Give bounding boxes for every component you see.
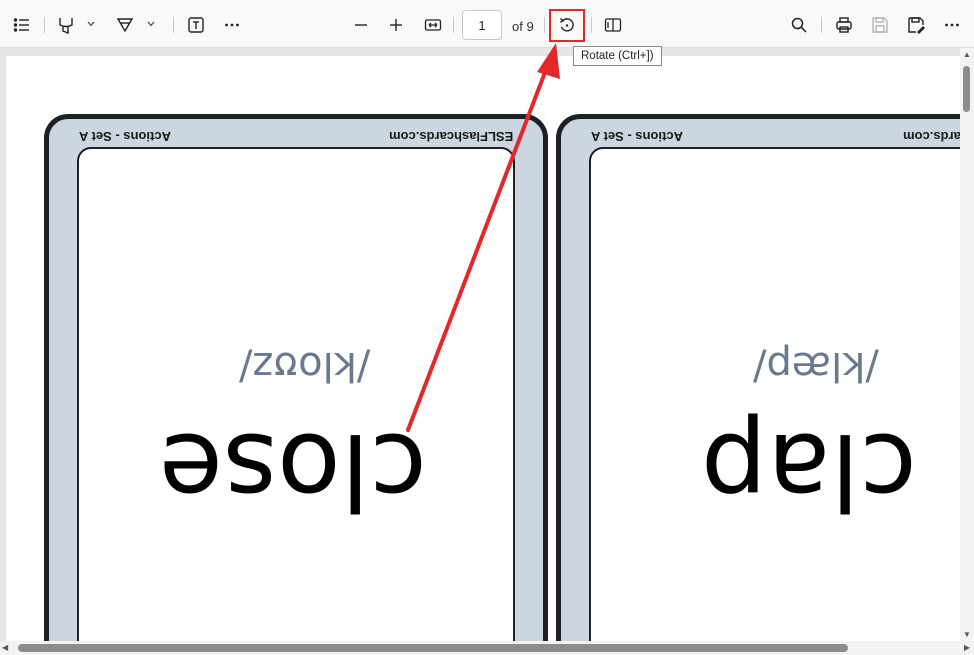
more-icon[interactable] (218, 12, 246, 38)
vertical-scrollbar[interactable]: ▲ ▼ (960, 48, 974, 641)
save-as-icon[interactable] (902, 12, 930, 38)
highlighter-icon[interactable] (52, 12, 80, 38)
print-icon[interactable] (830, 12, 858, 38)
separator (591, 17, 592, 33)
card-ipa: /kloʊz/ (239, 343, 371, 389)
toolbar: of 9 (0, 0, 974, 48)
card-set-label: Actions - Set A (591, 129, 683, 144)
pdf-page: ESLFlashcards.com Actions - Set A /kloʊz… (6, 56, 974, 655)
card-word: clap (701, 410, 917, 532)
scroll-left-arrow[interactable]: ◀ (2, 643, 8, 652)
separator (544, 17, 545, 33)
scroll-right-arrow[interactable]: ▶ (964, 643, 970, 652)
text-box-icon[interactable] (182, 12, 210, 38)
scroll-up-arrow[interactable]: ▲ (963, 50, 971, 59)
scroll-down-arrow[interactable]: ▼ (963, 630, 971, 639)
card-face: /klæp/ clap (589, 147, 974, 655)
minus-icon[interactable] (347, 12, 375, 38)
horizontal-scroll-thumb[interactable] (18, 644, 848, 652)
card-word: close (159, 410, 427, 532)
page-total-label: of 9 (512, 19, 534, 34)
separator (173, 17, 174, 33)
rotate-tooltip: Rotate (Ctrl+]) (573, 46, 662, 66)
two-page-icon[interactable] (599, 12, 627, 38)
document-viewer[interactable]: ESLFlashcards.com Actions - Set A /kloʊz… (0, 48, 974, 655)
card-ipa: /klæp/ (753, 343, 879, 389)
page-number-input[interactable] (462, 10, 502, 40)
vertical-scroll-thumb[interactable] (963, 66, 970, 112)
plus-icon[interactable] (382, 12, 410, 38)
more-icon[interactable] (938, 12, 966, 38)
save-icon[interactable] (866, 12, 894, 38)
draw-icon[interactable] (111, 12, 139, 38)
fit-width-icon[interactable] (419, 12, 447, 38)
flashcard: ESLFlashcards.com Actions - Set A /kloʊz… (44, 114, 548, 655)
list-icon[interactable] (8, 12, 36, 38)
chevron-down-icon[interactable] (84, 14, 98, 34)
flashcard: Actions - Set A ESLFlashcards.com /klæp/… (556, 114, 974, 655)
card-face: /kloʊz/ close (77, 147, 515, 655)
separator (453, 17, 454, 33)
chevron-down-icon[interactable] (144, 14, 158, 34)
rotate-highlight-box (549, 9, 585, 42)
search-icon[interactable] (785, 12, 813, 38)
separator (821, 17, 822, 33)
separator (44, 17, 45, 33)
card-set-label: Actions - Set A (79, 129, 171, 144)
card-brand-label: ESLFlashcards.com (388, 129, 513, 144)
